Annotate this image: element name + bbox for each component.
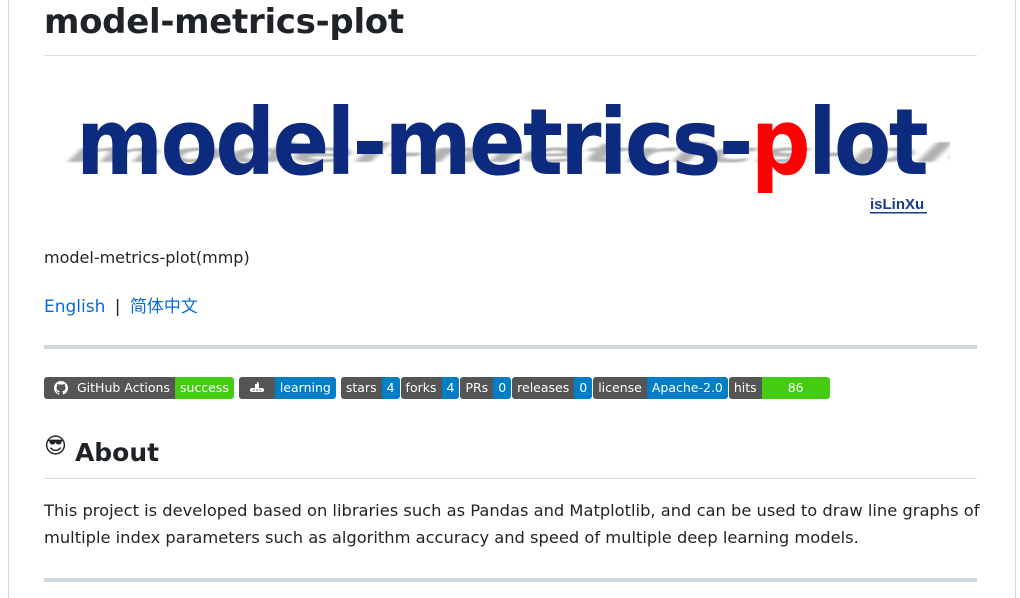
submarine-icon — [244, 382, 270, 394]
badge-value: 4 — [441, 377, 460, 399]
badge-value: 0 — [493, 377, 512, 399]
badge-label: license — [593, 377, 647, 399]
badge-label: hits — [728, 377, 762, 399]
badge-prs[interactable]: PRs 0 — [460, 377, 512, 399]
badge-value: Apache-2.0 — [646, 377, 728, 399]
badge-value: learning — [274, 377, 336, 399]
badge-license[interactable]: license Apache-2.0 — [593, 377, 728, 399]
language-switcher: English | 简体中文 — [44, 292, 198, 317]
about-divider — [44, 478, 977, 479]
link-english[interactable]: English — [44, 297, 105, 317]
badge-label: releases — [512, 377, 575, 399]
banner-author: isLinXu — [870, 196, 924, 213]
section-divider — [44, 345, 977, 349]
badge-github-actions[interactable]: GitHub Actions success — [44, 377, 234, 399]
banner-title-tail: lot — [808, 92, 927, 196]
language-separator: | — [114, 297, 121, 317]
about-description: This project is developed based on libra… — [44, 501, 980, 547]
page-title: model-metrics-plot — [44, 2, 404, 42]
badge-value: 86 — [761, 377, 830, 399]
badge-hits[interactable]: hits 86 — [728, 377, 830, 399]
badge-row: GitHub Actions success learning stars 4 … — [44, 377, 830, 399]
sunglasses-emoji-icon: 😎 — [44, 434, 67, 459]
badge-value: 0 — [574, 377, 593, 399]
banner-title-accent: p — [751, 92, 808, 196]
banner-author-underline — [870, 212, 927, 214]
badge-label: forks — [400, 377, 442, 399]
banner-title: model-metrics-plot — [76, 92, 927, 196]
badge-label: PRs — [460, 377, 494, 399]
banner-title-main: model-metrics- — [76, 92, 751, 196]
badge-value: success — [174, 377, 234, 399]
project-subtitle: model-metrics-plot(mmp) — [44, 248, 250, 267]
badge-forks[interactable]: forks 4 — [400, 377, 460, 399]
github-icon — [49, 381, 73, 395]
about-heading: 😎 About — [44, 434, 159, 472]
badge-value: 4 — [381, 377, 400, 399]
link-simplified-chinese[interactable]: 简体中文 — [130, 297, 198, 317]
about-heading-text: About — [74, 438, 160, 467]
badge-label: stars — [340, 377, 382, 399]
badge-learning[interactable]: learning — [238, 377, 336, 399]
badge-stars[interactable]: stars 4 — [340, 377, 400, 399]
section-divider — [44, 578, 977, 582]
badge-releases[interactable]: releases 0 — [512, 377, 593, 399]
title-divider — [44, 55, 977, 56]
project-banner-image: model-metrics-plot model-metrics-plot is… — [50, 92, 950, 222]
